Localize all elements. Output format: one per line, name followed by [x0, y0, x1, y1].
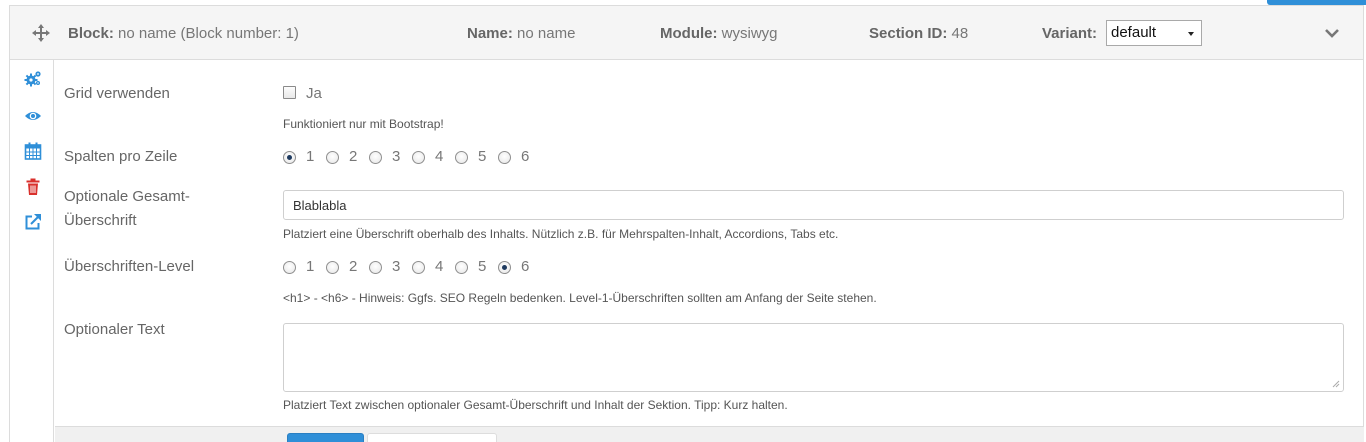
block-info: Block: no name (Block number: 1) [68, 25, 299, 42]
radio-label: 6 [521, 148, 530, 165]
radio-label: 1 [306, 148, 315, 165]
radio-label: 3 [392, 258, 401, 275]
block-value: no name (Block number: 1) [118, 25, 299, 42]
move-icon[interactable] [32, 24, 50, 42]
text-textarea[interactable] [283, 323, 1344, 392]
radio-label: 4 [435, 148, 444, 165]
heading-level-help-text: <h1> - <h6> - Hinweis: Ggfs. SEO Regeln … [283, 291, 877, 305]
variant-select[interactable]: default [1106, 20, 1202, 46]
heading-level-label: Überschriften-Level [64, 258, 195, 275]
radio-button[interactable] [326, 261, 339, 274]
heading-help-text: Platziert eine Überschrift oberhalb des … [283, 227, 839, 241]
block-label: Block: [68, 25, 114, 42]
radio-label: 3 [392, 148, 401, 165]
variant-info: Variant: [1042, 25, 1097, 42]
trash-icon[interactable] [24, 178, 42, 196]
chevron-down-icon[interactable] [1324, 27, 1340, 39]
grid-label: Grid verwenden [64, 85, 170, 102]
heading-input[interactable]: Blablabla [283, 190, 1344, 220]
radio-button[interactable] [283, 151, 296, 164]
radio-label: 2 [349, 148, 358, 165]
radio-label: 2 [349, 258, 358, 275]
name-info: Name: no name [467, 25, 575, 42]
radio-button[interactable] [498, 151, 511, 164]
external-link-icon[interactable] [24, 213, 42, 231]
form-footer [55, 426, 1364, 442]
radio-label: 6 [521, 258, 530, 275]
section-label: Section ID: [869, 25, 948, 42]
name-value: no name [517, 25, 576, 42]
grid-checkbox-label: Ja [306, 85, 322, 102]
module-value: wysiwyg [721, 25, 778, 42]
radio-label: 4 [435, 258, 444, 275]
text-label: Optionaler Text [64, 321, 165, 338]
heading-label: Optionale Gesamt- Überschrift [64, 185, 190, 233]
eye-icon[interactable] [24, 107, 42, 125]
variant-label: Variant: [1042, 25, 1098, 42]
radio-label: 5 [478, 148, 487, 165]
name-label: Name: [467, 25, 513, 42]
radio-label: 5 [478, 258, 487, 275]
radio-button[interactable] [455, 151, 468, 164]
cancel-button[interactable] [367, 433, 497, 442]
variant-value: default [1111, 24, 1157, 41]
radio-label: 1 [306, 258, 315, 275]
block-panel: Block: no name (Block number: 1) Name: n… [9, 5, 1364, 442]
section-value: 48 [951, 25, 969, 42]
radio-button[interactable] [369, 151, 382, 164]
block-settings-form: Grid verwenden Ja Funktioniert nur mit B… [55, 60, 1364, 426]
grid-help-text: Funktioniert nur mit Bootstrap! [283, 117, 444, 131]
radio-button[interactable] [369, 261, 382, 274]
save-button[interactable] [287, 433, 364, 442]
radio-button[interactable] [412, 151, 425, 164]
calendar-icon[interactable] [24, 142, 42, 160]
heading-label-line2: Überschrift [64, 212, 137, 229]
block-header: Block: no name (Block number: 1) Name: n… [10, 6, 1363, 60]
grid-checkbox[interactable] [283, 86, 296, 99]
heading-label-line1: Optionale Gesamt- [64, 188, 190, 205]
settings-icon[interactable] [24, 70, 42, 88]
dropdown-arrow-icon [1188, 32, 1194, 36]
text-help-text: Platziert Text zwischen optionaler Gesam… [283, 398, 788, 412]
radio-button[interactable] [455, 261, 468, 274]
module-info: Module: wysiwyg [660, 25, 778, 42]
radio-button[interactable] [283, 261, 296, 274]
module-label: Module: [660, 25, 718, 42]
action-sidebar [10, 60, 54, 442]
radio-button[interactable] [412, 261, 425, 274]
radio-button[interactable] [498, 261, 511, 274]
radio-button[interactable] [326, 151, 339, 164]
resize-grip-icon[interactable] [1332, 380, 1340, 388]
columns-label: Spalten pro Zeile [64, 148, 178, 165]
section-info: Section ID: 48 [869, 25, 968, 42]
